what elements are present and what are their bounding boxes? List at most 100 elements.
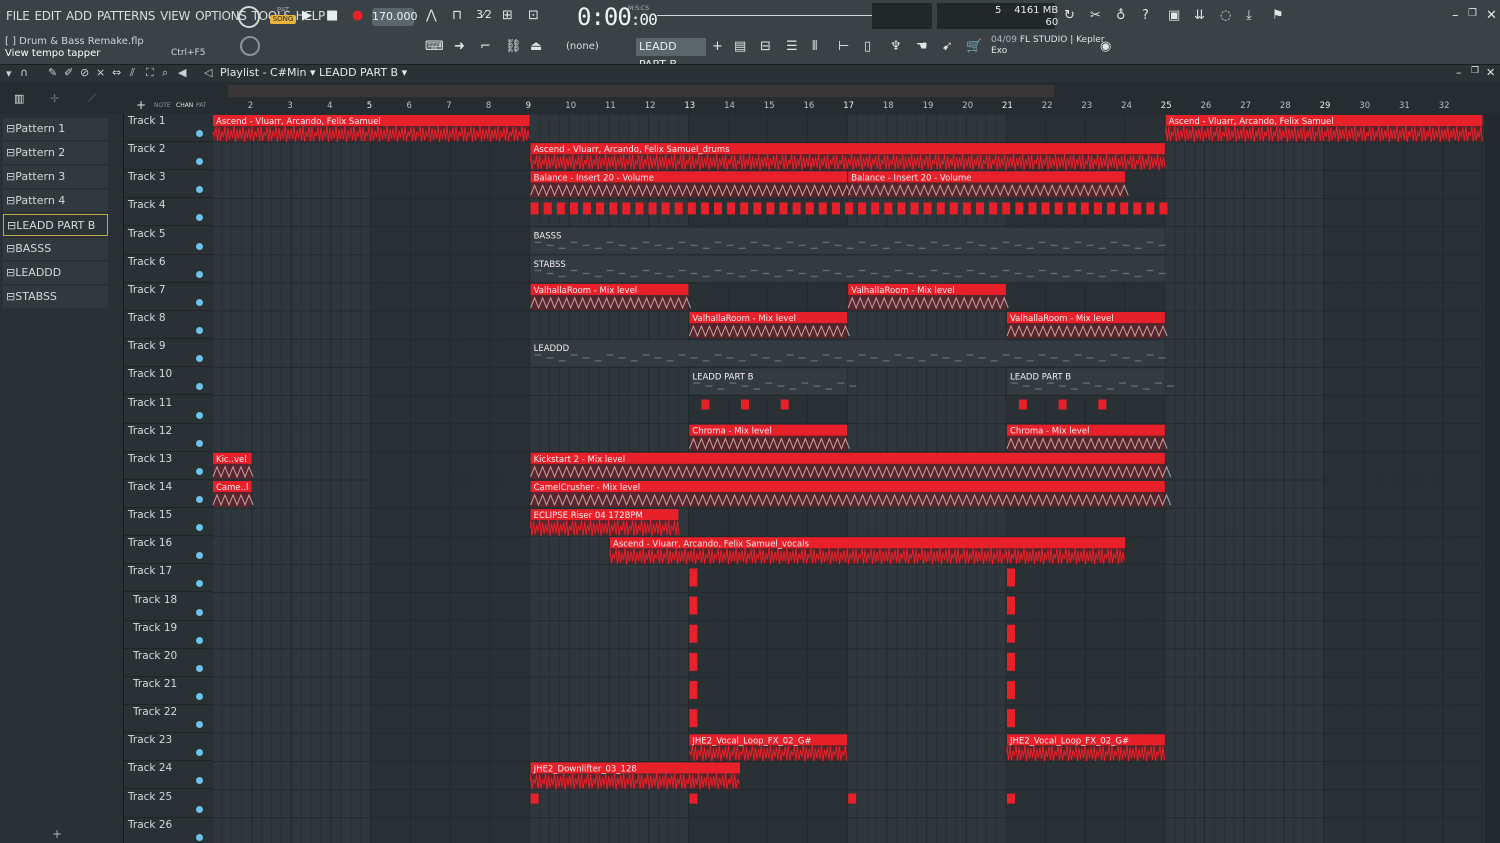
track-enable-led[interactable] [196,608,203,616]
track-enable-led[interactable] [196,693,203,700]
zoom-tool-icon[interactable]: ⌕ [162,66,168,80]
track-enable-led[interactable] [196,833,203,841]
close-icon[interactable]: ✕ [1486,8,1497,23]
help-icon[interactable]: ? [1142,8,1149,23]
track-enable-led[interactable] [196,242,203,250]
picker-tab-note[interactable]: NOTE [154,102,171,109]
song-overview[interactable] [228,85,1054,97]
track-header[interactable]: Track 12 [124,424,212,452]
playlist-breadcrumb[interactable]: LEADD PART B [319,66,398,79]
track-header[interactable]: Track 5 [124,227,212,255]
playlist-grid[interactable]: Ascend - Vluarr, Arcando, Felix Samuel As… [212,114,1484,843]
track-header[interactable]: Track 10 [124,367,212,396]
cart-icon[interactable]: 🛒 [966,39,982,54]
track-enable-led[interactable] [196,214,203,222]
faders-icon[interactable]: ⫴ [812,39,817,54]
render-icon[interactable]: ⇊ [1194,8,1205,23]
playlist-menu-icon[interactable]: ▾ [6,67,12,80]
mixer-icon[interactable]: ☰ [786,39,798,54]
minimize-icon[interactable]: – [1452,8,1459,23]
playlist-minimize-icon[interactable]: – [1456,66,1462,79]
menu-edit[interactable]: EDIT [35,9,62,23]
track-enable-led[interactable] [196,580,203,588]
draw-tool-icon[interactable]: ✎ [48,66,57,79]
wait-input-icon[interactable]: ⊓ [452,8,462,23]
track-enable-led[interactable] [196,721,203,729]
vertical-scrollbar[interactable] [1484,114,1500,843]
picker-item-pattern-4[interactable]: ⊟Pattern 4 [3,190,108,212]
mute-tool-icon[interactable]: ⨯ [96,66,105,79]
track-header[interactable]: Track 18 [124,593,212,621]
track-enable-led[interactable] [196,270,203,278]
menu-patterns[interactable]: PATTERNS [97,9,156,23]
picker-item-pattern-2[interactable]: ⊟Pattern 2 [3,142,108,164]
stop-icon[interactable]: ■ [326,8,338,23]
plugin-icon[interactable]: ⊢ [838,39,849,54]
slice-tool-icon[interactable]: ⫽ [130,66,135,80]
picker-item-stabss[interactable]: ⊟STABSS [3,286,108,308]
playback-tool-icon[interactable]: ◀ [178,66,186,79]
track-header[interactable]: Track 22 [124,705,212,734]
loop-record-icon[interactable]: ⊡ [528,8,539,23]
track-enable-led[interactable] [196,158,203,166]
microphone-icon[interactable]: ♁ [1116,8,1126,23]
track-header[interactable]: Track 4 [124,198,212,227]
track-header[interactable]: Track 17 [124,564,212,593]
track-header[interactable]: Track 14 [124,480,212,508]
picker-tab-pat[interactable]: PAT [196,102,207,109]
playlist-loop-knob[interactable] [238,6,260,28]
track-header[interactable]: Track 26 [124,818,212,843]
automation-icon[interactable]: ⟋ [88,92,96,106]
track-enable-led[interactable] [196,524,203,532]
piano-roll-icon[interactable]: ⌨ [425,39,444,54]
add-pattern-icon[interactable]: + [712,39,723,54]
cut-icon[interactable]: ✂ [1090,8,1101,23]
tempo-display[interactable]: 170.000 [372,8,418,26]
menu-view[interactable]: VIEW [160,9,190,23]
browser-icon[interactable]: ▯ [864,39,871,54]
picker-item-pattern-1[interactable]: ⊟Pattern 1 [3,118,108,140]
track-enable-led[interactable] [196,130,203,137]
track-header[interactable]: Track 23 [124,733,212,762]
play-icon[interactable]: ▶ [302,8,312,23]
track-enable-led[interactable] [196,805,203,813]
add-track-button[interactable]: + [136,98,146,112]
picker-item-pattern-3[interactable]: ⊟Pattern 3 [3,166,108,188]
select-tool-icon[interactable]: ⛶ [146,66,154,80]
snap-select[interactable]: (none) [566,39,616,55]
download-icon[interactable]: ⤓ [1246,8,1252,23]
chat-icon[interactable]: ◌ [1220,8,1231,23]
magnet-icon[interactable]: ∩ [20,66,28,79]
countdown-icon[interactable]: 3⁄2 [476,8,492,21]
plugin-picker-icon[interactable]: ♆ [890,39,902,54]
link-icon[interactable]: ⛓ [505,39,522,54]
menu-add[interactable]: ADD [66,9,92,23]
master-pitch-slider[interactable] [657,8,872,22]
track-header[interactable]: Track 9 [124,339,212,368]
track-header[interactable]: Track 24 [124,761,212,790]
news-panel[interactable]: 04/09 FL STUDIO | Kepler Exo [991,35,1105,57]
paint-tool-icon[interactable]: ✐ [64,66,73,79]
track-enable-led[interactable] [196,327,203,335]
track-header[interactable]: Track 3 [124,170,212,199]
playlist-close-icon[interactable]: ✕ [1486,66,1495,79]
track-enable-led[interactable] [196,411,203,419]
track-enable-led[interactable] [196,749,203,757]
track-enable-led[interactable] [196,439,203,447]
add-track-icon[interactable]: + [52,827,62,841]
track-header[interactable]: Track 6 [124,255,212,283]
track-enable-led[interactable] [196,298,203,306]
arrangement-canvas[interactable]: Ascend - Vluarr, Arcando, Felix Samuel As… [212,114,1484,843]
undo-icon[interactable]: ↻ [1064,8,1075,23]
audio-clip-icon[interactable]: ✛ [50,92,59,105]
blend-notes-icon[interactable]: ⊞ [502,8,513,23]
track-enable-led[interactable] [196,777,203,785]
track-enable-led[interactable] [196,355,203,363]
metronome-icon[interactable]: ⋀ [426,8,437,23]
flag-icon[interactable]: ⚑ [1272,8,1284,23]
save-icon[interactable]: ▣ [1168,8,1180,23]
track-header[interactable]: Track 8 [124,311,212,340]
track-enable-led[interactable] [196,636,203,644]
picker-item-basss[interactable]: ⊟BASSS [3,238,108,260]
menu-file[interactable]: FILE [6,9,30,23]
